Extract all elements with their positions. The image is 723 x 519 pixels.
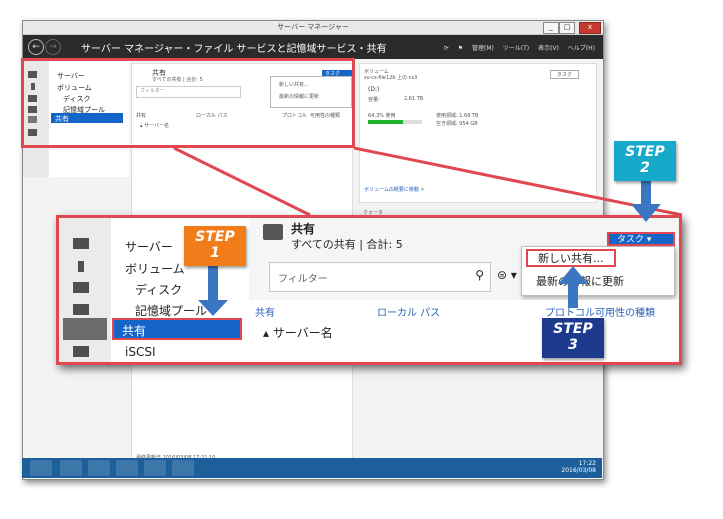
step3-badge: STEP 3 xyxy=(542,318,604,358)
step3-arrow-shaft xyxy=(568,280,578,308)
step1-badge: STEP 1 xyxy=(184,226,246,266)
step1-number: 1 xyxy=(210,245,220,261)
step-arrows xyxy=(198,176,661,316)
step2-number: 2 xyxy=(640,160,650,176)
step3-word: STEP xyxy=(553,321,593,337)
step3-arrow-head xyxy=(558,266,588,284)
step2-word: STEP xyxy=(625,144,665,160)
step2-arrow-head xyxy=(631,204,661,222)
step1-arrow-head xyxy=(198,300,228,316)
step3-number: 3 xyxy=(568,337,578,353)
step2-badge: STEP 2 xyxy=(614,141,676,181)
step1-arrow-shaft xyxy=(208,263,218,303)
step1-word: STEP xyxy=(195,229,235,245)
